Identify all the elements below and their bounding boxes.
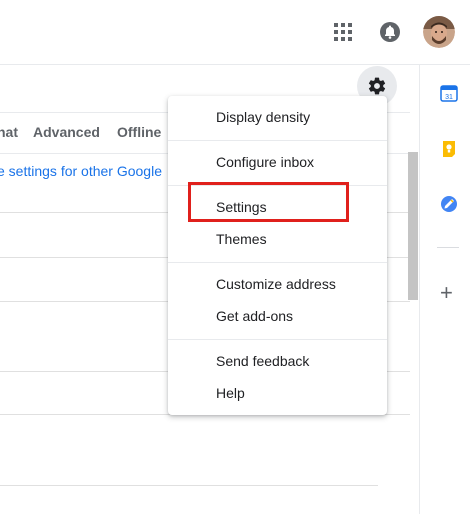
menu-item-customize-address[interactable]: Customize address (216, 276, 336, 292)
settings-menu: Display density Configure inbox Settings… (168, 96, 387, 415)
tab-format[interactable]: nat (0, 124, 18, 140)
svg-text:31: 31 (445, 94, 453, 101)
avatar[interactable] (423, 16, 455, 48)
calendar-icon[interactable]: 31 (440, 84, 458, 102)
side-panel-divider (419, 64, 420, 514)
side-panel-separator (437, 247, 459, 248)
settings-highlight-box (188, 182, 349, 222)
menu-divider (168, 262, 387, 263)
keep-icon[interactable] (440, 140, 458, 158)
tasks-icon[interactable] (440, 195, 458, 213)
menu-item-configure-inbox[interactable]: Configure inbox (216, 154, 314, 170)
add-addon-icon[interactable]: + (440, 282, 453, 304)
gear-icon (368, 77, 386, 95)
scrollbar-thumb[interactable] (408, 152, 418, 300)
menu-item-help[interactable]: Help (216, 385, 245, 401)
apps-grid-icon[interactable] (334, 23, 352, 41)
menu-divider (168, 140, 387, 141)
menu-item-get-add-ons[interactable]: Get add-ons (216, 308, 293, 324)
menu-item-themes[interactable]: Themes (216, 231, 267, 247)
bell-icon[interactable] (380, 22, 400, 42)
top-bar (0, 0, 470, 65)
menu-item-display-density[interactable]: Display density (216, 109, 310, 125)
tab-advanced[interactable]: Advanced (33, 124, 100, 140)
menu-item-send-feedback[interactable]: Send feedback (216, 353, 309, 369)
other-google-settings-link[interactable]: e settings for other Google (0, 163, 162, 179)
menu-divider (168, 339, 387, 340)
tab-offline[interactable]: Offline (117, 124, 161, 140)
row-divider (0, 485, 378, 486)
